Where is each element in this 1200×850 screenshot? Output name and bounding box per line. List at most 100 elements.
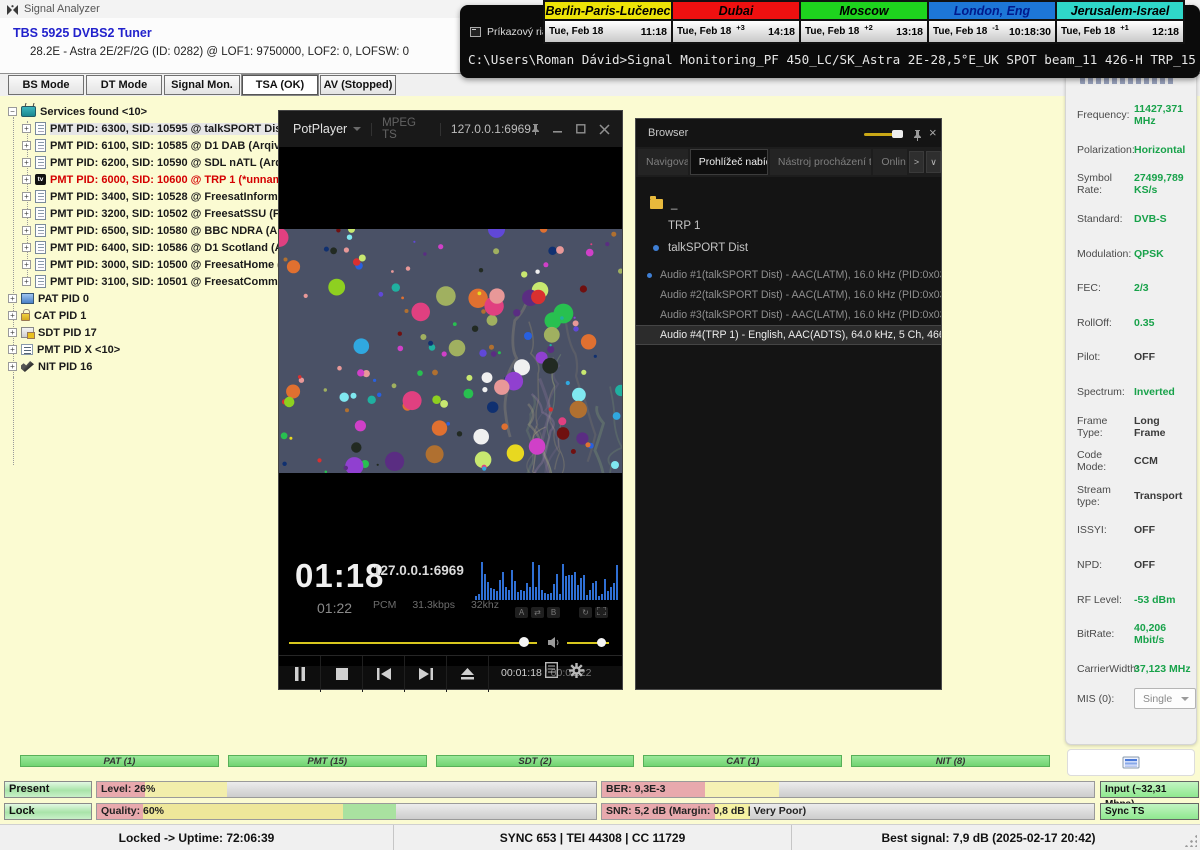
mode-button[interactable]: TSA (OK) xyxy=(242,75,318,95)
playlist-item-talksport[interactable]: talkSPORT Dist xyxy=(636,237,941,259)
resize-grip[interactable] xyxy=(1184,834,1197,847)
clock-time-row: Tue, Feb 18 -1 10:18:30 xyxy=(929,21,1055,42)
fullscreen-button[interactable] xyxy=(595,607,608,618)
volume-icon[interactable] xyxy=(548,637,561,648)
mis-dropdown[interactable]: Single xyxy=(1134,688,1196,709)
clock-cell: Dubai Tue, Feb 18 +3 14:18 xyxy=(673,2,799,42)
close-button[interactable] xyxy=(599,124,610,135)
clock-date: Tue, Feb 18 xyxy=(805,26,859,37)
playlist-item-trp[interactable]: TRP 1 xyxy=(636,215,941,237)
expand-icon[interactable]: + xyxy=(22,226,31,235)
expand-icon[interactable]: + xyxy=(22,209,31,218)
capture-device-button[interactable] xyxy=(1067,749,1195,776)
browser-tab[interactable]: Prohlížeč nabídky xyxy=(690,149,768,175)
service-row[interactable]: + PMT PID: 6100, SID: 10585 @ D1 DAB (Ar… xyxy=(0,137,300,154)
signal-row-present: Present Level: 26% BER: 9,3E-3 Input (~3… xyxy=(4,781,1200,798)
seek-bar[interactable] xyxy=(289,642,537,644)
service-label: PMT PID: 6200, SID: 10590 @ SDL nATL (Ar… xyxy=(50,157,301,169)
spectrum-bar xyxy=(592,583,594,600)
browser-tab[interactable]: Navigovat xyxy=(638,149,688,175)
mode-button[interactable]: BS Mode xyxy=(8,75,84,95)
browser-close-button[interactable]: × xyxy=(929,125,937,140)
expand-icon[interactable]: + xyxy=(22,124,31,133)
playing-dot-icon xyxy=(653,245,659,251)
browser-pin-icon[interactable] xyxy=(913,128,922,146)
expand-icon[interactable]: + xyxy=(8,362,17,371)
expand-icon[interactable]: + xyxy=(22,192,31,201)
next-button[interactable] xyxy=(405,656,447,692)
audio-track-row[interactable]: Audio #2(talkSPORT Dist) - AAC(LATM), 16… xyxy=(636,285,941,305)
seek-knob[interactable] xyxy=(519,637,529,647)
cmd-prompt-line[interactable]: C:\Users\Roman Dávid>Signal Monitoring_P… xyxy=(468,52,1198,67)
expand-icon[interactable]: + xyxy=(8,345,17,354)
clock-offset: -1 xyxy=(992,23,999,32)
minimize-button[interactable] xyxy=(553,124,563,134)
service-icon xyxy=(35,258,46,271)
player-titlebar[interactable]: PotPlayer MPEG TS 127.0.0.1:6969 xyxy=(279,111,622,147)
expand-icon[interactable]: + xyxy=(8,294,17,303)
playlist-button[interactable] xyxy=(545,662,558,683)
service-row[interactable]: + PMT PID: 3100, SID: 10501 @ FreesatCom… xyxy=(0,273,300,290)
mode-button[interactable]: Signal Mon. xyxy=(164,75,240,95)
service-row[interactable]: + PMT PID: 6500, SID: 10580 @ BBC NDRA (… xyxy=(0,222,300,239)
expand-icon[interactable]: + xyxy=(8,328,17,337)
services-root-row[interactable]: − Services found <10> xyxy=(0,103,300,120)
audio-track-label: Audio #3(talkSPORT Dist) - AAC(LATM), 16… xyxy=(660,309,941,321)
pin-icon[interactable] xyxy=(531,123,540,135)
table-row[interactable]: + CAT PID 1 xyxy=(0,307,300,324)
service-row[interactable]: + PMT PID: 3400, SID: 10528 @ FreesatInf… xyxy=(0,188,300,205)
mode-button[interactable]: DT Mode xyxy=(86,75,162,95)
volume-knob[interactable] xyxy=(597,638,606,647)
service-icon xyxy=(35,275,46,288)
expand-icon[interactable]: + xyxy=(22,277,31,286)
service-row[interactable]: + PMT PID: 6400, SID: 10586 @ D1 Scotlan… xyxy=(0,239,300,256)
expand-icon[interactable]: + xyxy=(8,311,17,320)
mode-button[interactable]: AV (Stopped) xyxy=(320,75,396,95)
pause-button[interactable] xyxy=(279,656,321,692)
ab-repeat-b-button[interactable]: B xyxy=(547,607,560,618)
parameter-row: FEC: 2/3 xyxy=(1066,271,1196,306)
bar-segment xyxy=(705,782,779,797)
table-row[interactable]: + PMT PID X <10> xyxy=(0,341,300,358)
ab-repeat-a-button[interactable]: A xyxy=(515,607,528,618)
spectrum-bar xyxy=(511,570,513,600)
table-row[interactable]: + NIT PID 16 xyxy=(0,358,300,375)
table-row[interactable]: + PAT PID 0 xyxy=(0,290,300,307)
eject-button[interactable] xyxy=(447,656,489,692)
loop-button[interactable]: ↻ xyxy=(579,607,592,618)
table-row[interactable]: + SDT PID 17 xyxy=(0,324,300,341)
expand-icon[interactable]: + xyxy=(22,243,31,252)
swap-channels-button[interactable]: ⇄ xyxy=(531,607,544,618)
service-row[interactable]: + PMT PID: 3000, SID: 10500 @ FreesatHom… xyxy=(0,256,300,273)
expand-icon[interactable]: + xyxy=(22,158,31,167)
parent-folder-item[interactable]: _ xyxy=(636,193,941,215)
maximize-button[interactable] xyxy=(576,124,586,134)
browser-slider-knob[interactable] xyxy=(892,130,903,138)
browser-tab[interactable]: Nástroj procházení titulků xyxy=(770,149,871,175)
settings-gear-button[interactable] xyxy=(569,663,584,683)
service-icon xyxy=(35,139,46,152)
audio-track-row[interactable]: Audio #3(talkSPORT Dist) - AAC(LATM), 16… xyxy=(636,305,941,325)
expand-icon[interactable]: + xyxy=(22,260,31,269)
clock-time-row: Tue, Feb 18 +1 12:18 xyxy=(1057,21,1183,42)
collapse-icon[interactable]: − xyxy=(8,107,17,116)
ber-bar: BER: 9,3E-3 xyxy=(601,781,1095,798)
browser-tab[interactable]: Onlin xyxy=(873,149,907,175)
potplayer-menu-button[interactable]: PotPlayer xyxy=(293,122,347,136)
tab-scroll-right-button[interactable]: > xyxy=(909,151,924,173)
tab-list-button[interactable]: ∨ xyxy=(926,151,941,173)
quality-bar: Quality: 60% xyxy=(96,803,597,820)
previous-button[interactable] xyxy=(363,656,405,692)
table-icon xyxy=(21,361,34,372)
expand-icon[interactable]: + xyxy=(22,175,31,184)
stop-button[interactable] xyxy=(321,656,363,692)
audio-track-row[interactable]: Audio #4(TRP 1) - English, AAC(ADTS), 64… xyxy=(636,325,941,345)
service-row[interactable]: + PMT PID: 6200, SID: 10590 @ SDL nATL (… xyxy=(0,154,300,171)
expand-icon[interactable]: + xyxy=(22,141,31,150)
browser-tabs: NavigovatProhlížeč nabídkyNástroj prochá… xyxy=(638,149,941,175)
audio-track-row[interactable]: Audio #1(talkSPORT Dist) - AAC(LATM), 16… xyxy=(636,265,941,285)
service-row[interactable]: + PMT PID: 6000, SID: 10600 @ TRP 1 (*un… xyxy=(0,171,300,188)
service-row[interactable]: + PMT PID: 6300, SID: 10595 @ talkSPORT … xyxy=(0,120,300,137)
spectrum-bar xyxy=(523,591,525,600)
service-row[interactable]: + PMT PID: 3200, SID: 10502 @ FreesatSSU… xyxy=(0,205,300,222)
